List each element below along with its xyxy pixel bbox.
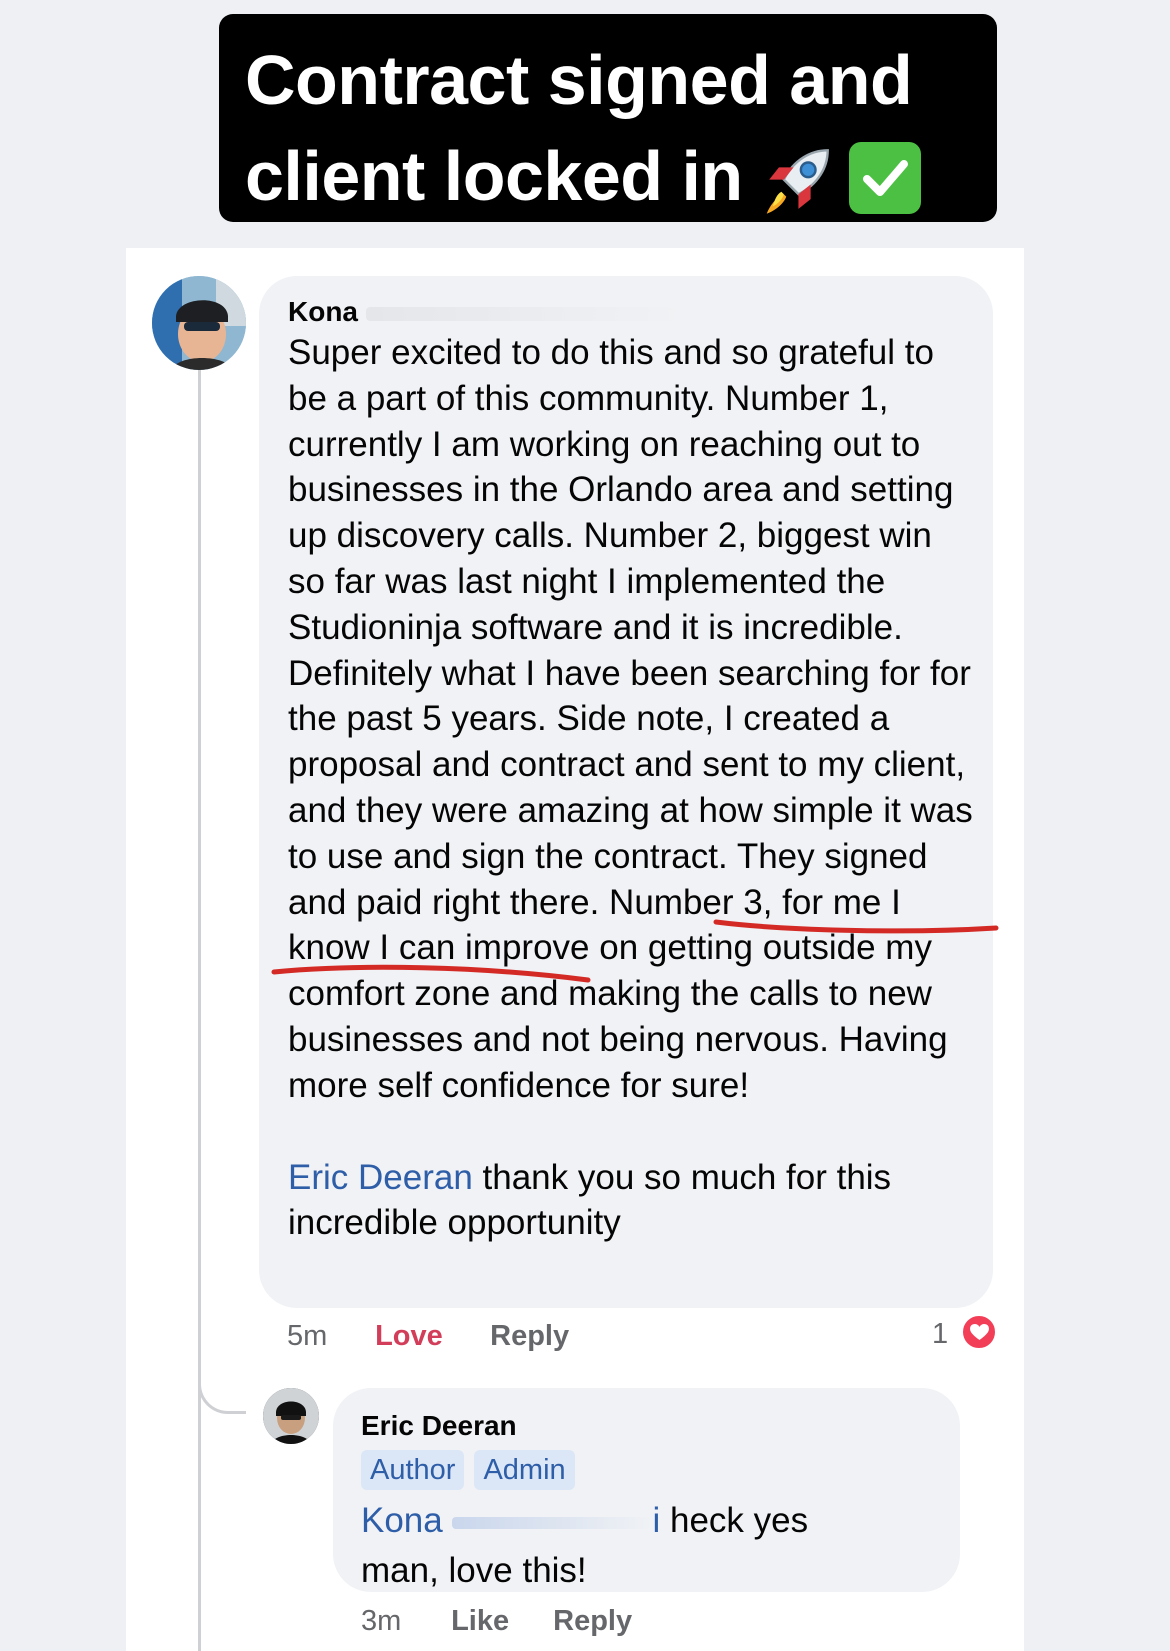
check-mark-button-icon bbox=[848, 141, 921, 214]
reply-mention-first: Kona bbox=[361, 1501, 443, 1540]
avatar[interactable] bbox=[152, 276, 246, 370]
reply-body-line-2: man, love this! bbox=[361, 1551, 587, 1590]
caption-line-2: client locked in bbox=[245, 128, 997, 224]
reaction-count: 1 bbox=[932, 1318, 949, 1350]
caption-line-1: Contract signed and bbox=[245, 41, 913, 119]
redacted-name bbox=[452, 1516, 653, 1529]
like-button[interactable]: Like bbox=[451, 1603, 545, 1639]
reply-actions: 3m Like Reply bbox=[361, 1603, 632, 1639]
reply-text-end: heck yes bbox=[660, 1501, 809, 1540]
caption-banner: Contract signed and client locked in bbox=[219, 14, 997, 222]
caption-line-2-text: client locked in bbox=[245, 137, 743, 215]
comment-body: Super excited to do this and so grateful… bbox=[288, 333, 973, 1105]
heart-icon bbox=[960, 1313, 999, 1352]
comment-author[interactable]: Kona bbox=[288, 294, 993, 330]
comment-bubble: Kona Super excited to do this and so gra… bbox=[259, 276, 993, 1308]
reply-mention-link[interactable]: Kona i bbox=[361, 1501, 660, 1540]
reply-author[interactable]: Eric Deeran bbox=[361, 1408, 960, 1444]
reply-bubble: Eric Deeran Author Admin Kona i heck yes … bbox=[333, 1388, 960, 1592]
love-button[interactable]: Love bbox=[375, 1318, 482, 1354]
role-badges: Author Admin bbox=[361, 1450, 960, 1494]
rocket-icon bbox=[757, 143, 835, 221]
redacted-name bbox=[365, 306, 686, 321]
reaction-summary[interactable]: 1 bbox=[932, 1313, 999, 1354]
comment-actions: 5m Love Reply bbox=[287, 1318, 569, 1354]
mention-link[interactable]: Eric Deeran bbox=[288, 1158, 473, 1197]
story-screenshot: Contract signed and client locked in Kon… bbox=[0, 0, 1170, 1651]
reply-body: Kona i heck yes bbox=[361, 1498, 960, 1544]
reply-button[interactable]: Reply bbox=[490, 1318, 569, 1354]
comment-mention-line: Eric Deeran thank you so much for this i… bbox=[288, 1155, 978, 1247]
comment-timestamp[interactable]: 5m bbox=[287, 1318, 367, 1354]
thread-line bbox=[198, 370, 201, 1651]
reply-avatar[interactable] bbox=[263, 1388, 319, 1444]
author-badge: Author bbox=[361, 1450, 465, 1490]
reply-timestamp[interactable]: 3m bbox=[361, 1603, 443, 1639]
author-name[interactable]: Kona bbox=[288, 296, 358, 327]
reply-reply-button[interactable]: Reply bbox=[553, 1603, 632, 1639]
admin-badge: Admin bbox=[474, 1450, 575, 1490]
